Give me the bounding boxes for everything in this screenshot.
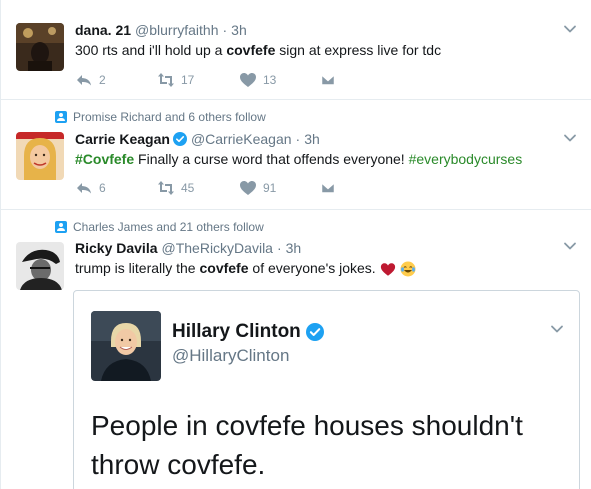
- avatar[interactable]: [16, 132, 64, 180]
- tweet[interactable]: Charles James and 21 others follow Ricky…: [1, 210, 591, 489]
- timestamp[interactable]: 3h: [231, 22, 247, 38]
- separator: ·: [276, 240, 282, 256]
- reply-count: 6: [99, 181, 106, 195]
- social-context-text: Promise Richard and 6 others follow: [73, 110, 266, 124]
- reply-button[interactable]: 2: [75, 72, 145, 88]
- like-button[interactable]: 13: [239, 72, 309, 88]
- reply-icon: [77, 75, 91, 86]
- tweet[interactable]: Promise Richard and 6 others follow Carr…: [1, 100, 591, 210]
- tweet-actions: 2 17 13: [75, 72, 353, 88]
- like-count: 91: [263, 181, 277, 195]
- timeline-feed: dana. 21 @blurryfaithh · 3h 300 rts and …: [0, 0, 591, 489]
- tweet-actions: 6 45 91: [75, 180, 353, 196]
- user-name[interactable]: Carrie Keagan: [75, 131, 170, 147]
- person-icon: [55, 111, 67, 123]
- avatar[interactable]: [91, 311, 161, 381]
- person-icon: [55, 221, 67, 233]
- timestamp[interactable]: 3h: [286, 240, 302, 256]
- separator: ·: [295, 131, 301, 147]
- retweet-button[interactable]: 17: [157, 72, 227, 88]
- quoted-tweet[interactable]: Hillary Clinton @HillaryClinton People i…: [73, 290, 580, 489]
- chevron-down-icon[interactable]: [562, 21, 578, 37]
- hashtag-link[interactable]: #Covfefe: [75, 151, 134, 167]
- highlighted-term[interactable]: covfefe: [199, 260, 248, 276]
- avatar[interactable]: [16, 242, 64, 290]
- chevron-down-icon[interactable]: [562, 238, 578, 254]
- user-name[interactable]: dana. 21: [75, 22, 131, 38]
- tweet-text: 300 rts and i'll hold up a covfefe sign …: [75, 42, 442, 58]
- hashtag-link[interactable]: #everybodycurses: [409, 151, 523, 167]
- social-context: Charles James and 21 others follow: [55, 219, 264, 235]
- social-context: Promise Richard and 6 others follow: [55, 109, 266, 125]
- verified-badge-icon: [172, 132, 187, 146]
- retweet-icon: [158, 181, 174, 195]
- quoted-tweet-text: People in covfefe houses shouldn't throw…: [91, 410, 523, 480]
- envelope-icon: [321, 74, 335, 86]
- quoted-user-handle[interactable]: @HillaryClinton: [172, 346, 289, 366]
- user-handle[interactable]: @CarrieKeagan: [191, 131, 292, 147]
- retweet-count: 17: [181, 73, 195, 87]
- social-context-text: Charles James and 21 others follow: [73, 220, 264, 234]
- tweet-text: trump is literally the covfefe of everyo…: [75, 259, 416, 277]
- heart-emoji: [380, 263, 395, 276]
- retweet-count: 45: [181, 181, 195, 195]
- separator: ·: [222, 22, 228, 38]
- direct-message-button[interactable]: [321, 180, 341, 196]
- chevron-down-icon[interactable]: [549, 321, 565, 337]
- chevron-down-icon[interactable]: [562, 130, 578, 146]
- avatar[interactable]: [16, 23, 64, 71]
- like-button[interactable]: 91: [239, 180, 309, 196]
- user-handle[interactable]: @blurryfaithh: [135, 22, 218, 38]
- laughing-tears-emoji: [400, 261, 416, 277]
- retweet-button[interactable]: 45: [157, 180, 227, 196]
- heart-icon: [240, 73, 256, 87]
- user-handle[interactable]: @TheRickyDavila: [162, 240, 273, 256]
- tweet-header: Carrie Keagan @CarrieKeagan · 3h: [75, 131, 320, 147]
- verified-badge-icon: [305, 323, 324, 341]
- reply-icon: [77, 183, 91, 194]
- direct-message-button[interactable]: [321, 72, 341, 88]
- retweet-icon: [158, 73, 174, 87]
- tweet-text: #Covfefe Finally a curse word that offen…: [75, 151, 523, 167]
- tweet[interactable]: dana. 21 @blurryfaithh · 3h 300 rts and …: [1, 0, 591, 100]
- timestamp[interactable]: 3h: [304, 131, 320, 147]
- tweet-header: Ricky Davila @TheRickyDavila · 3h: [75, 240, 301, 256]
- tweet-header: dana. 21 @blurryfaithh · 3h: [75, 22, 247, 38]
- envelope-icon: [321, 182, 335, 194]
- user-name[interactable]: Ricky Davila: [75, 240, 158, 256]
- reply-button[interactable]: 6: [75, 180, 145, 196]
- like-count: 13: [263, 73, 277, 87]
- quoted-user-name[interactable]: Hillary Clinton: [172, 321, 324, 343]
- highlighted-term[interactable]: covfefe: [226, 42, 275, 58]
- heart-icon: [240, 181, 256, 195]
- reply-count: 2: [99, 73, 106, 87]
